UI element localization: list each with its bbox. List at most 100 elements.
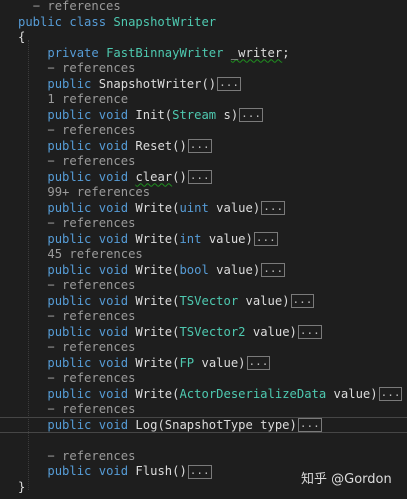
codelens-references: − references	[0, 277, 407, 293]
collapsed-region-marker[interactable]: ...	[378, 387, 403, 401]
code-line: public void Write(uint value)...	[0, 200, 407, 216]
codelens-label[interactable]: − references	[47, 402, 135, 416]
code-token: s)	[216, 107, 239, 122]
keyword-token: void	[98, 107, 129, 122]
codelens-label[interactable]: − references	[47, 278, 135, 292]
code-token: clear	[135, 169, 173, 184]
codelens-label[interactable]: − references	[47, 61, 135, 75]
codelens-references: − references	[0, 153, 407, 169]
watermark: 知乎 @Gordon	[301, 472, 392, 487]
collapsed-region-marker[interactable]: ...	[297, 325, 322, 339]
keyword-token: private	[47, 45, 99, 60]
code-token: SnapshotWriter()	[91, 76, 217, 91]
code-token: Reset()	[128, 138, 187, 153]
keyword-token: public	[47, 293, 92, 308]
keyword-token: public	[47, 386, 92, 401]
collapsed-region-marker[interactable]: ...	[239, 108, 264, 122]
keyword-token: public	[47, 138, 92, 153]
codelens-label[interactable]: 99+ references	[47, 185, 150, 199]
collapsed-region-marker[interactable]: ...	[187, 170, 212, 184]
type-token: SnapshotWriter	[113, 14, 217, 29]
collapsed-region-marker[interactable]: ...	[297, 418, 322, 432]
codelens-references: − references	[0, 60, 407, 76]
codelens-label[interactable]: 1 reference	[47, 92, 128, 106]
code-token: Init(	[128, 107, 173, 122]
code-line: public void Write(int value)...	[0, 231, 407, 247]
keyword-token: bool	[179, 262, 209, 277]
codelens-label[interactable]: 45 references	[47, 247, 142, 261]
keyword-token: public	[47, 231, 92, 246]
codelens-label[interactable]: − references	[47, 216, 135, 230]
code-token: ()	[172, 169, 187, 184]
codelens-label[interactable]: − references	[47, 154, 135, 168]
keyword-token: void	[98, 138, 129, 153]
code-line: public void Write(bool value)...	[0, 262, 407, 278]
code-line: public SnapshotWriter()...	[0, 76, 407, 92]
codelens-references: − references	[0, 0, 407, 14]
keyword-token: public	[47, 324, 92, 339]
code-token: value)	[194, 355, 246, 370]
keyword-token: void	[98, 417, 129, 432]
code-line: public void Write(FP value)...	[0, 355, 407, 371]
code-token: value)	[208, 262, 261, 277]
code-editor[interactable]: − references public class SnapshotWriter{…	[0, 0, 407, 499]
keyword-token: public	[47, 107, 92, 122]
codelens-references: 99+ references	[0, 184, 407, 200]
code-line: public void Write(TSVector2 value)...	[0, 324, 407, 340]
codelens-label[interactable]: − references	[47, 449, 135, 463]
type-token: ActorDeserializeData	[179, 386, 327, 401]
keyword-token: class	[69, 14, 107, 29]
code-line: public void Init(Stream s)...	[0, 107, 407, 123]
codelens-label[interactable]: − references	[47, 340, 135, 354]
keyword-token: void	[98, 231, 129, 246]
collapsed-region-marker[interactable]: ...	[217, 77, 242, 91]
collapsed-region-marker[interactable]: ...	[261, 201, 286, 215]
codelens-label[interactable]: − references	[47, 371, 135, 385]
code-token: }	[18, 479, 26, 494]
codelens-label[interactable]: − references	[33, 0, 121, 13]
keyword-token: void	[98, 293, 129, 308]
keyword-token: public	[47, 262, 92, 277]
type-token: TSVector2	[179, 324, 246, 339]
code-token: value)	[326, 386, 378, 401]
keyword-token: public	[47, 464, 92, 478]
codelens-references: − references	[0, 370, 407, 386]
code-token: Write(	[128, 231, 180, 246]
codelens-label[interactable]: − references	[47, 309, 135, 323]
codelens-label[interactable]: − references	[47, 123, 135, 137]
keyword-token: void	[98, 464, 129, 478]
type-token: Stream	[172, 107, 217, 122]
code-token: Write(	[128, 200, 180, 215]
codelens-references: − references	[0, 339, 407, 355]
collapsed-region-marker[interactable]: ...	[261, 263, 286, 277]
collapsed-region-marker[interactable]: ...	[253, 232, 278, 246]
code-token: ;	[282, 45, 290, 60]
code-token: value)	[238, 293, 290, 308]
collapsed-region-marker[interactable]: ...	[187, 139, 212, 153]
collapsed-region-marker[interactable]: ...	[187, 464, 212, 479]
code-token: Write(	[128, 262, 180, 277]
code-line: private FastBinnayWriter _writer;	[0, 45, 407, 61]
collapsed-region-marker[interactable]: ...	[246, 356, 271, 370]
collapsed-region-marker[interactable]: ...	[290, 294, 315, 308]
type-token: TSVector	[179, 293, 239, 308]
keyword-token: void	[98, 324, 129, 339]
code-token: Write(	[128, 386, 180, 401]
code-line: public void Write(TSVector value)...	[0, 293, 407, 309]
code-token: Flush()	[128, 464, 187, 478]
type-token: FastBinnayWriter	[106, 45, 224, 60]
codelens-references: − references	[0, 215, 407, 231]
code-token: Log(SnapshotType type)	[128, 417, 297, 432]
code-token: _writer	[230, 45, 283, 60]
